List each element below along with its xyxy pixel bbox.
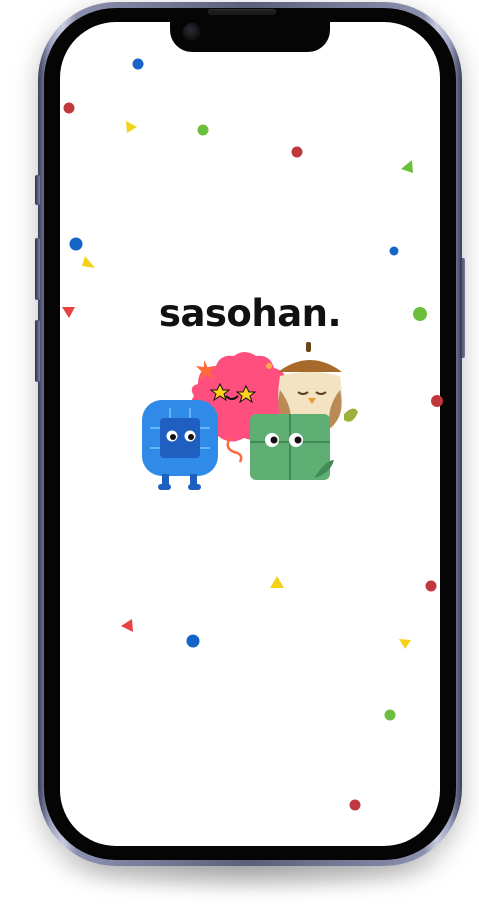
green-cube-monster [250,414,334,480]
mascot-group [142,342,358,490]
volume-down-button [35,320,40,382]
power-button [460,258,465,358]
silent-switch [35,175,40,205]
app-logo: sasohan. [158,292,342,335]
earpiece-speaker [208,9,276,15]
volume-up-button [35,238,40,300]
blue-chip-monster [142,400,218,490]
front-camera [183,23,201,41]
